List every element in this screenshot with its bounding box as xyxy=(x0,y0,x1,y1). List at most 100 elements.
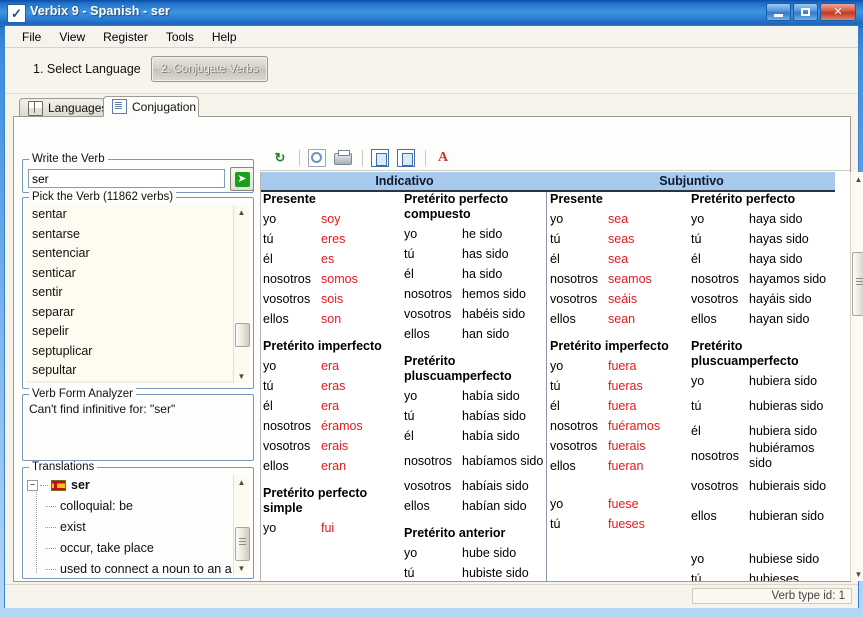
pronoun: yo xyxy=(691,212,705,226)
conjugation-row: tú eras xyxy=(263,376,404,396)
list-item[interactable]: sentar xyxy=(26,205,248,225)
main-panel: Write the Verb ➤ Pick the Verb (11862 ve… xyxy=(13,116,863,582)
menu-view[interactable]: View xyxy=(50,28,94,46)
list-item[interactable]: senticar xyxy=(26,264,248,284)
copy-button[interactable] xyxy=(368,146,392,169)
pronoun: vosotros xyxy=(263,292,311,306)
tense-column: Presente yo sea tú seas él sea nosotros seamos vo… xyxy=(550,192,691,544)
print-button[interactable] xyxy=(331,146,355,169)
scroll-thumb[interactable] xyxy=(852,252,863,316)
close-button[interactable]: ✕ xyxy=(820,3,856,21)
conjugation-row: tú hubiste sido xyxy=(404,563,545,581)
step-conjugate-verbs[interactable]: 2. Conjugate Verbs xyxy=(151,56,268,82)
list-item[interactable]: sentarse xyxy=(26,225,248,245)
pronoun: yo xyxy=(263,521,277,535)
scroll-up-icon[interactable]: ▲ xyxy=(234,475,249,489)
list-item[interactable]: sepultar xyxy=(26,361,248,381)
pronoun: tú xyxy=(550,379,561,393)
tree-root-node[interactable]: − ser xyxy=(27,475,232,495)
verb-form: he sido xyxy=(462,227,503,241)
pronoun: nosotros xyxy=(550,272,598,286)
conjugation-row: yo era xyxy=(263,356,404,376)
list-item[interactable]: used to connect a noun to an adject xyxy=(27,558,232,575)
conjugation-row: vosotros hubierais sido xyxy=(691,471,832,501)
verb-form: hayas sido xyxy=(749,232,809,246)
translations-tree[interactable]: − ser colloquial: be exist occur, take p… xyxy=(27,475,232,575)
conjugation-row: él ha sido xyxy=(404,264,545,284)
conjugation-row: tú fueses xyxy=(550,514,691,534)
scroll-down-icon[interactable]: ▼ xyxy=(851,567,863,581)
pronoun: vosotros xyxy=(263,439,311,453)
maximize-button[interactable] xyxy=(793,3,818,21)
list-item[interactable]: occur, take place xyxy=(27,537,232,558)
collapse-icon[interactable]: − xyxy=(27,479,38,491)
conjugate-go-button[interactable]: ➤ xyxy=(230,167,254,191)
conjugation-scrollbar[interactable]: ▲ ▼ xyxy=(850,172,863,581)
list-item[interactable]: colloquial: be xyxy=(27,495,232,516)
pronoun: nosotros xyxy=(550,419,598,433)
menu-register[interactable]: Register xyxy=(94,28,157,46)
export-pdf-icon: A xyxy=(437,149,449,165)
tense-column: Pretérito perfecto yo haya sido tú hayas sid… xyxy=(691,192,832,581)
conjugation-row: nosotros hayamos sido xyxy=(691,269,832,289)
scroll-down-icon[interactable]: ▼ xyxy=(234,561,249,575)
verb-form: fuera xyxy=(608,399,637,413)
conjugation-row: vosotros hayáis sido xyxy=(691,289,832,309)
scroll-up-icon[interactable]: ▲ xyxy=(234,205,249,219)
copy-icon xyxy=(371,148,389,167)
verb-list-scrollbar[interactable]: ▲ ▼ xyxy=(233,205,250,383)
list-item[interactable]: sentenciar xyxy=(26,244,248,264)
scroll-up-icon[interactable]: ▲ xyxy=(851,172,863,186)
conjugation-row: tú seas xyxy=(550,229,691,249)
conjugation-row: ellos sean xyxy=(550,309,691,329)
thumb-grip xyxy=(239,541,246,542)
tense-title: Pretérito imperfecto xyxy=(550,339,669,353)
list-item-selected[interactable]: ser xyxy=(26,380,248,383)
menu-help[interactable]: Help xyxy=(203,28,246,46)
conjugation-row: vosotros sois xyxy=(263,289,404,309)
list-item[interactable]: sepelir xyxy=(26,322,248,342)
conjugation-row: él es xyxy=(263,249,404,269)
minimize-button[interactable] xyxy=(766,3,791,21)
translation-text: exist xyxy=(60,519,86,534)
tab-languages[interactable]: Languages xyxy=(19,98,107,117)
list-item[interactable]: separar xyxy=(26,303,248,323)
conjugation-row: nosotros éramos xyxy=(263,416,404,436)
menu-file[interactable]: File xyxy=(13,28,50,46)
conjugation-row: él haya sido xyxy=(691,249,832,269)
mood-header-indicativo: Indicativo xyxy=(261,172,549,192)
scroll-down-icon[interactable]: ▼ xyxy=(234,369,249,383)
conjugation-row: él había sido xyxy=(404,426,545,446)
document-icon xyxy=(112,99,127,114)
verb-list[interactable]: sentar sentarse sentenciar senticar sent… xyxy=(26,205,248,383)
pronoun: nosotros xyxy=(691,448,739,463)
copy-special-button[interactable] xyxy=(394,146,418,169)
conjugation-row: tú has sido xyxy=(404,244,545,264)
list-item[interactable]: exist xyxy=(27,516,232,537)
print-preview-button[interactable] xyxy=(305,146,329,169)
tense-block: Pretérito pluscuamperfecto yo había sido tú… xyxy=(404,354,545,516)
translations-scrollbar[interactable]: ▲ ▼ xyxy=(233,475,250,575)
conjugation-row: tú habías sido xyxy=(404,406,545,426)
export-pdf-button[interactable]: A xyxy=(431,146,455,169)
list-item[interactable]: sentir xyxy=(26,283,248,303)
verb-form: erais xyxy=(321,439,349,453)
verb-form: fuerais xyxy=(608,439,646,453)
verb-form: eres xyxy=(321,232,346,246)
pronoun: vosotros xyxy=(404,479,452,493)
pronoun: ellos xyxy=(263,459,289,473)
window-title: Verbix 9 - Spanish - ser xyxy=(30,4,170,18)
scroll-thumb[interactable] xyxy=(235,527,250,561)
tense-block: Presente yo soy tú eres él es nosotros somos voso… xyxy=(263,192,404,329)
verb-form: era xyxy=(321,399,340,413)
conjugation-row: vosotros habíais sido xyxy=(404,476,545,496)
menu-tools[interactable]: Tools xyxy=(157,28,203,46)
tab-conjugation[interactable]: Conjugation xyxy=(103,96,199,117)
step-select-language[interactable]: 1. Select Language xyxy=(33,62,141,76)
book-icon xyxy=(28,100,43,116)
refresh-button[interactable]: ↻ xyxy=(268,146,292,169)
list-item[interactable]: septuplicar xyxy=(26,342,248,362)
scroll-thumb[interactable] xyxy=(235,323,250,347)
verb-input[interactable] xyxy=(28,169,225,188)
verb-form: hubiera sido xyxy=(749,374,818,388)
